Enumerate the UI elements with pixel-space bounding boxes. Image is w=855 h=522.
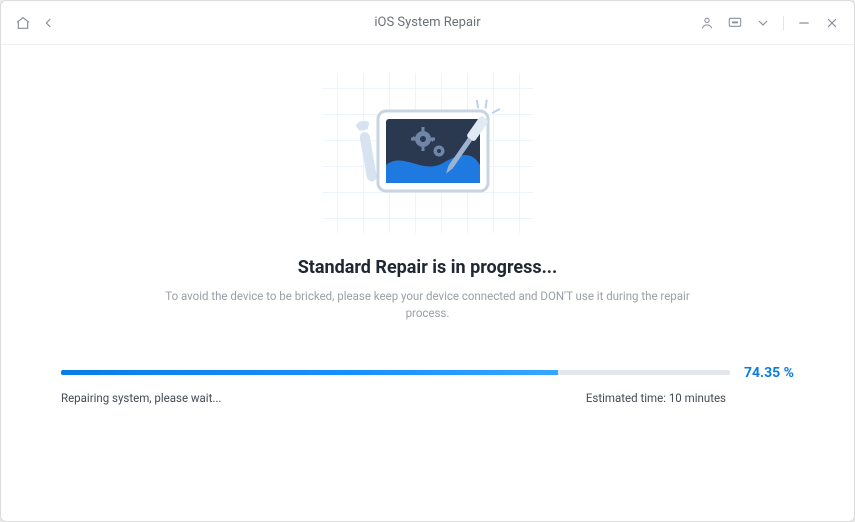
minimize-icon[interactable] [796, 15, 812, 31]
progress-headline: Standard Repair is in progress... [298, 257, 558, 278]
titlebar-separator [783, 16, 784, 30]
progress-status-text: Repairing system, please wait... [61, 391, 221, 405]
back-arrow-icon[interactable] [41, 15, 57, 31]
titlebar-right [660, 15, 840, 31]
close-icon[interactable] [824, 15, 840, 31]
progress-percent-label: 74.35 % [744, 365, 794, 381]
content-area: Standard Repair is in progress... To avo… [1, 45, 854, 521]
home-icon[interactable] [15, 15, 31, 31]
app-window: iOS System Repair [0, 0, 855, 522]
progress-bar [61, 370, 730, 375]
titlebar-left [15, 15, 195, 31]
progress-subnote: To avoid the device to be bricked, pleas… [148, 288, 708, 323]
progress-under-row: Repairing system, please wait... Estimat… [61, 391, 794, 405]
progress-estimated-time: Estimated time: 10 minutes [586, 391, 794, 405]
window-title: iOS System Repair [195, 15, 660, 30]
titlebar: iOS System Repair [1, 1, 854, 45]
progress-row: 74.35 % [61, 365, 794, 381]
progress-bar-fill [61, 370, 558, 375]
feedback-icon[interactable] [727, 15, 743, 31]
repair-illustration [323, 73, 533, 233]
user-icon[interactable] [699, 15, 715, 31]
progress-block: 74.35 % Repairing system, please wait...… [61, 365, 794, 405]
chevron-down-icon[interactable] [755, 15, 771, 31]
